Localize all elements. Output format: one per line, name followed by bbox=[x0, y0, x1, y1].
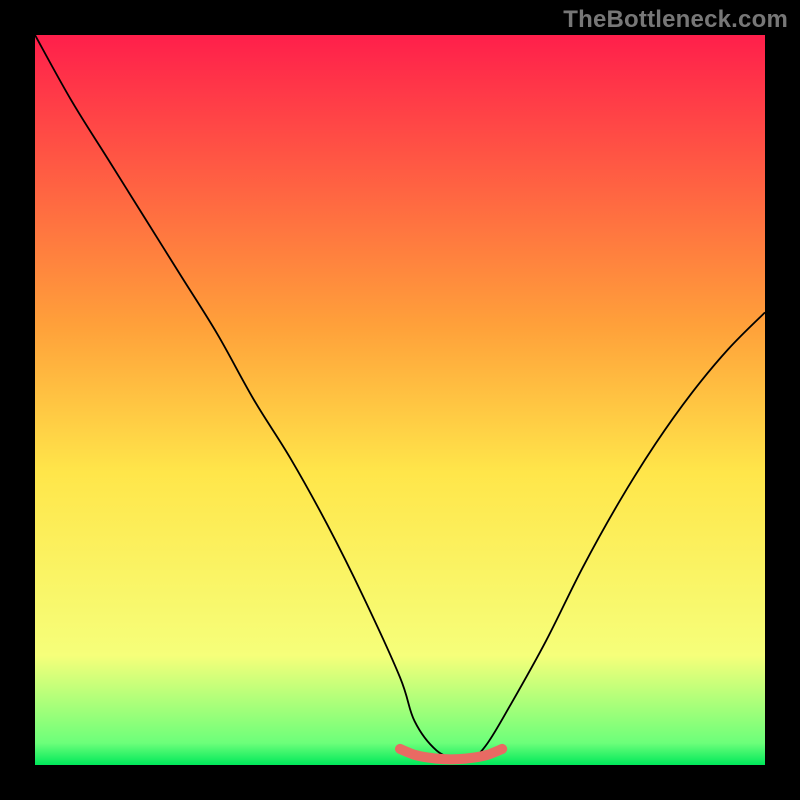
chart-plot-area bbox=[35, 35, 765, 765]
chart-background-gradient bbox=[35, 35, 765, 765]
chart-svg bbox=[35, 35, 765, 765]
chart-frame: TheBottleneck.com bbox=[0, 0, 800, 800]
watermark-label: TheBottleneck.com bbox=[563, 6, 788, 34]
